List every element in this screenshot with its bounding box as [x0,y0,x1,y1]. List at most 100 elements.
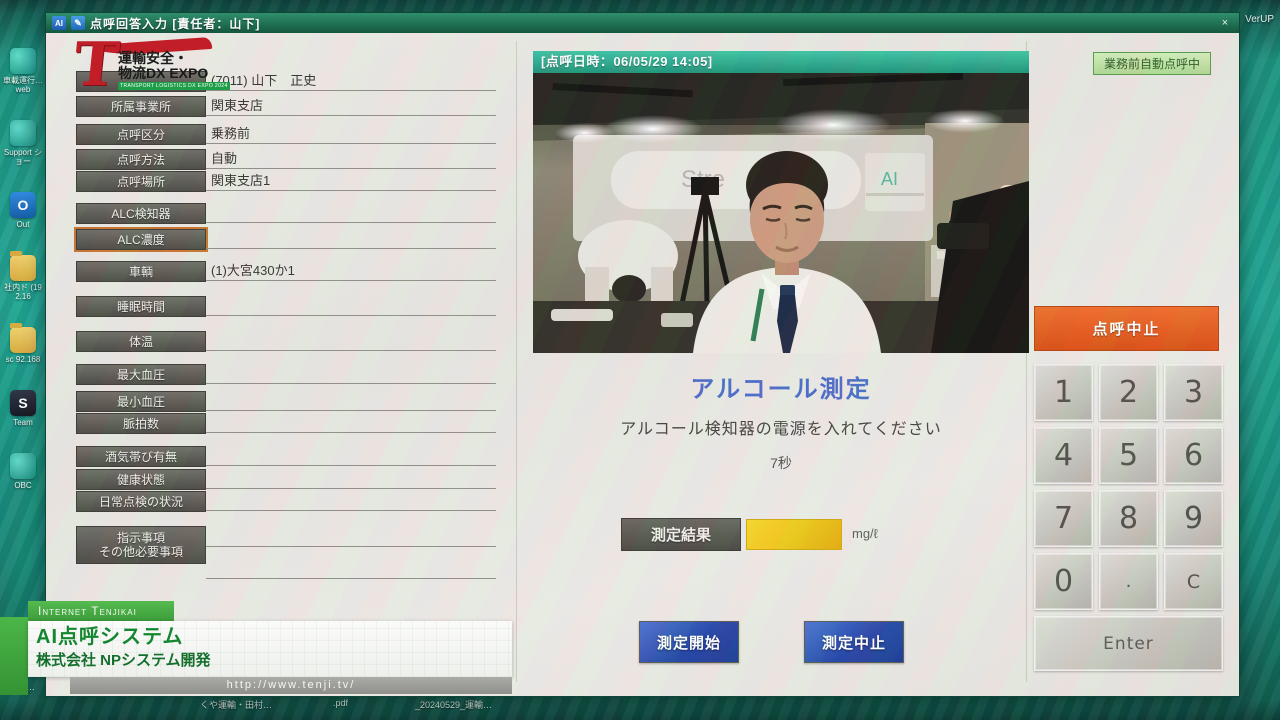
window-title: 点呼回答入力 [責任者：山下] [90,15,1212,32]
folder-icon [10,255,36,281]
keypad-key-6[interactable]: 6 [1164,427,1223,484]
field-underline [206,488,496,489]
field-label: 点呼区分 [76,124,206,145]
desktop-icon-obc[interactable]: OBC [1,453,45,490]
field-underline [206,222,496,223]
teamviewer-icon: S [10,390,36,416]
countdown-timer: 7秒 [533,453,1029,473]
support-icon [10,120,36,146]
keypad-key-4[interactable]: 4 [1034,427,1093,484]
field-underline [206,510,496,511]
desktop-icon-verup-label[interactable]: VerUP [1245,14,1274,25]
field-underline [206,115,496,116]
desktop-icon-label: OBC [1,481,45,490]
form-row-pulse: 脈拍数 [76,413,496,435]
rollcall-method-field[interactable]: 自動 [211,150,492,168]
field-label: 指示事項 その他必要事項 [76,526,206,564]
field-label: 脈拍数 [76,413,206,434]
field-underline [206,90,496,91]
desktop-icon-label: Support ショー [1,148,45,166]
app-icon [10,48,36,74]
rollcall-cancel-button[interactable]: 点呼中止 [1034,306,1219,351]
driver-name-field[interactable]: (7011) 山下 正史 [211,72,492,90]
office-field[interactable]: 関東支店 [211,97,492,115]
keypad-key-clear[interactable]: C [1164,553,1223,610]
keypad-key-9[interactable]: 9 [1164,490,1223,547]
numeric-keypad: 1 2 3 4 5 6 7 8 9 0 . C Enter [1034,364,1222,671]
form-row-rollcall-type: 点呼区分 乗務前 [76,124,496,146]
vehicle-field[interactable]: (1)大宮430か1 [211,262,492,280]
field-underline [206,465,496,466]
overlay-company-name: 株式会社 NPシステム開発 [36,650,512,672]
field-underline [206,280,496,281]
expo-watermark-logo: T 運輸安全・ 物流DX EXPO TRANSPORT LOGISTICS DX… [74,39,224,123]
result-unit: mg/ℓ [852,526,878,541]
close-icon[interactable]: × [1217,17,1233,29]
file-label[interactable]: くや運輸・田村… [200,698,272,711]
field-label: 最大血圧 [76,364,206,385]
keypad-key-5[interactable]: 5 [1099,427,1158,484]
divider [516,41,517,682]
field-label-highlighted: ALC濃度 [76,229,206,250]
form-row-rollcall-method: 点呼方法 自動 [76,149,496,171]
desktop-icon-support[interactable]: Support ショー [1,120,45,166]
file-label[interactable]: .pdf [333,698,348,708]
keypad-key-0[interactable]: 0 [1034,553,1093,610]
edit-icon: ✎ [71,16,85,30]
form-row-rollcall-place: 点呼場所 関東支店1 [76,171,496,193]
form-row-sleep-time: 睡眠時間 [76,296,496,318]
keypad-enter-button[interactable]: Enter [1034,616,1223,671]
desktop: 車載運行…web Support ショー O Out 社内ド (192.16 s… [0,0,1280,720]
keypad-key-7[interactable]: 7 [1034,490,1093,547]
form-row-daily-check: 日常点検の状況 [76,491,496,513]
logo-line2: 物流DX EXPO [118,66,230,81]
field-label: 睡眠時間 [76,296,206,317]
rollcall-type-field[interactable]: 乗務前 [211,125,492,143]
form-row-body-temp: 体温 [76,331,496,353]
form-row-vehicle: 車輌 (1)大宮430か1 [76,261,496,283]
alcohol-instruction: アルコール検知器の電源を入れてください [533,415,1029,439]
field-label: 最小血圧 [76,391,206,412]
desktop-icon-onboard-app[interactable]: 車載運行…web [1,48,45,94]
outlook-icon: O [10,192,36,218]
keypad-key-2[interactable]: 2 [1099,364,1158,421]
desktop-icon-shared-folder[interactable]: 社内ド (192.16 [1,255,45,301]
keypad-key-8[interactable]: 8 [1099,490,1158,547]
keypad-key-3[interactable]: 3 [1164,364,1223,421]
file-label[interactable]: _20240529_運輸… [415,698,492,711]
desktop-icon-label: 車載運行…web [1,76,45,94]
booth-sign-ai-text: AI [881,169,898,189]
rollcall-datetime-bar: [点呼日時：06/05/29 14:05] [533,51,1029,73]
field-underline [206,248,496,249]
desktop-icon-label: Team [1,418,45,427]
desktop-icon-outlook[interactable]: O Out [1,192,45,229]
rollcall-place-field[interactable]: 関東支店1 [211,172,492,190]
field-label-line1: 指示事項 [117,531,165,545]
logo-line3: TRANSPORT LOGISTICS DX EXPO 2024 [118,82,230,90]
auto-rollcall-status-button[interactable]: 業務前自動点呼中 [1093,52,1211,75]
desktop-icon-sc-folder[interactable]: sc 92.168 [1,327,45,364]
field-underline [206,383,496,384]
overlay-info-panel: AI点呼システム 株式会社 NPシステム開発 [28,621,512,677]
form-row-bp-max: 最大血圧 [76,364,496,386]
desktop-icon-teamviewer[interactable]: S Team [1,390,45,427]
measure-stop-button[interactable]: 測定中止 [804,621,904,663]
logo-t: T [71,35,122,95]
field-label: 酒気帯び有無 [76,446,206,467]
field-underline [206,190,496,191]
camera-feed: Stre AI [533,73,1029,353]
measure-start-button[interactable]: 測定開始 [639,621,739,663]
field-label: 健康状態 [76,469,206,490]
window-titlebar: AI ✎ 点呼回答入力 [責任者：山下] × [46,13,1239,33]
logo-line1: 運輸安全・ [118,51,230,66]
keypad-key-dot[interactable]: . [1099,553,1158,610]
form-row-health: 健康状態 [76,469,496,491]
overlay-system-title: AI点呼システム [36,624,512,650]
form-row-alc-detector: ALC検知器 [76,203,496,225]
field-label: 点呼場所 [76,171,206,192]
field-label: 体温 [76,331,206,352]
field-underline [206,168,496,169]
field-underline [206,432,496,433]
keypad-key-1[interactable]: 1 [1034,364,1093,421]
field-label-line2: その他必要事項 [99,545,183,559]
